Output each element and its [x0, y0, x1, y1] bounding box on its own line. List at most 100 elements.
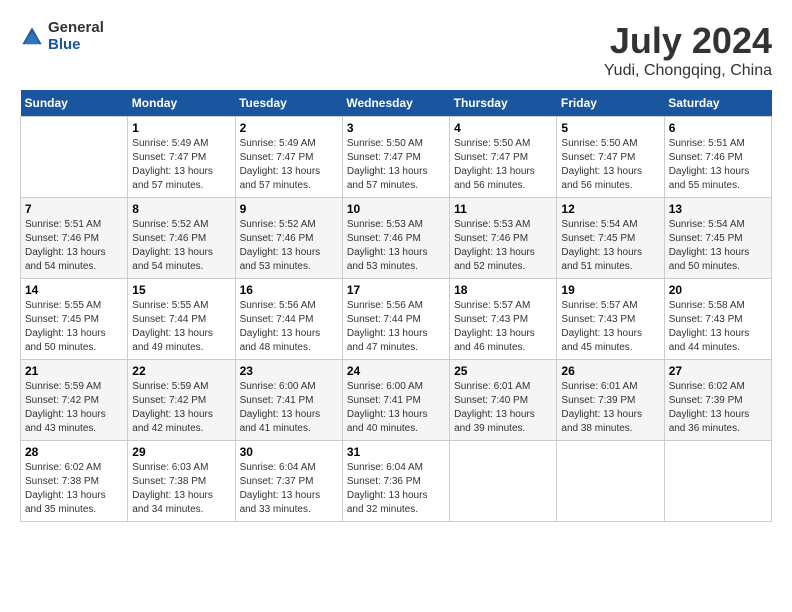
- calendar-cell: 4 Sunrise: 5:50 AM Sunset: 7:47 PM Daylig…: [450, 117, 557, 198]
- day-number: 1: [132, 121, 230, 135]
- calendar-cell: 13Sunrise: 5:54 AM Sunset: 7:45 PM Dayli…: [664, 198, 771, 279]
- calendar-cell: 24 Sunrise: 6:00 AM Sunset: 7:41 PM Dayli…: [342, 360, 449, 441]
- logo-blue-text: Blue: [48, 37, 104, 54]
- day-info: Sunrise: 5:50 AM Sunset: 7:47 PM Dayligh…: [347, 137, 445, 193]
- day-info: Sunrise: 5:58 AM Sunset: 7:43 PM Dayligh…: [669, 299, 767, 355]
- calendar-cell: 20 Sunrise: 5:58 AM Sunset: 7:43 PM Dayli…: [664, 279, 771, 360]
- calendar-cell: 7 Sunrise: 5:51 AM Sunset: 7:46 PM Daylig…: [21, 198, 128, 279]
- calendar-cell: [21, 117, 128, 198]
- day-info: Sunrise: 6:01 AM Sunset: 7:40 PM Dayligh…: [454, 380, 552, 436]
- calendar-cell: 29 Sunrise: 6:03 AM Sunset: 7:38 PM Dayli…: [128, 441, 235, 522]
- day-number: 23: [240, 364, 338, 378]
- calendar-cell: 2Sunrise: 5:49 AM Sunset: 7:47 PM Daylig…: [235, 117, 342, 198]
- location-title: Yudi, Chongqing, China: [604, 62, 772, 80]
- day-number: 6: [669, 121, 767, 135]
- week-row-2: 14 Sunrise: 5:55 AM Sunset: 7:45 PM Dayli…: [21, 279, 772, 360]
- day-info: Sunrise: 5:57 AM Sunset: 7:43 PM Dayligh…: [454, 299, 552, 355]
- calendar-cell: [664, 441, 771, 522]
- day-number: 3: [347, 121, 445, 135]
- day-number: 26: [561, 364, 659, 378]
- calendar-cell: 15Sunrise: 5:55 AM Sunset: 7:44 PM Dayli…: [128, 279, 235, 360]
- day-info: Sunrise: 5:54 AM Sunset: 7:45 PM Dayligh…: [561, 218, 659, 274]
- day-number: 5: [561, 121, 659, 135]
- calendar-table: SundayMondayTuesdayWednesdayThursdayFrid…: [20, 90, 772, 522]
- day-info: Sunrise: 6:04 AM Sunset: 7:37 PM Dayligh…: [240, 461, 338, 517]
- day-info: Sunrise: 6:03 AM Sunset: 7:38 PM Dayligh…: [132, 461, 230, 517]
- day-number: 30: [240, 445, 338, 459]
- day-info: Sunrise: 5:59 AM Sunset: 7:42 PM Dayligh…: [132, 380, 230, 436]
- calendar-cell: 16Sunrise: 5:56 AM Sunset: 7:44 PM Dayli…: [235, 279, 342, 360]
- days-header-row: SundayMondayTuesdayWednesdayThursdayFrid…: [21, 90, 772, 117]
- calendar-cell: 3 Sunrise: 5:50 AM Sunset: 7:47 PM Daylig…: [342, 117, 449, 198]
- calendar-cell: 31 Sunrise: 6:04 AM Sunset: 7:36 PM Dayli…: [342, 441, 449, 522]
- day-number: 17: [347, 283, 445, 297]
- day-info: Sunrise: 5:55 AM Sunset: 7:45 PM Dayligh…: [25, 299, 123, 355]
- calendar-cell: 18 Sunrise: 5:57 AM Sunset: 7:43 PM Dayli…: [450, 279, 557, 360]
- day-number: 20: [669, 283, 767, 297]
- calendar-cell: 27Sunrise: 6:02 AM Sunset: 7:39 PM Dayli…: [664, 360, 771, 441]
- day-number: 25: [454, 364, 552, 378]
- day-info: Sunrise: 6:01 AM Sunset: 7:39 PM Dayligh…: [561, 380, 659, 436]
- day-number: 28: [25, 445, 123, 459]
- page-container: General Blue July 2024 Yudi, Chongqing, …: [20, 20, 772, 522]
- day-info: Sunrise: 5:53 AM Sunset: 7:46 PM Dayligh…: [347, 218, 445, 274]
- day-number: 4: [454, 121, 552, 135]
- day-number: 16: [240, 283, 338, 297]
- day-info: Sunrise: 5:51 AM Sunset: 7:46 PM Dayligh…: [669, 137, 767, 193]
- header: General Blue July 2024 Yudi, Chongqing, …: [20, 20, 772, 80]
- day-info: Sunrise: 6:02 AM Sunset: 7:38 PM Dayligh…: [25, 461, 123, 517]
- week-row-4: 28 Sunrise: 6:02 AM Sunset: 7:38 PM Dayli…: [21, 441, 772, 522]
- day-number: 9: [240, 202, 338, 216]
- calendar-cell: 25 Sunrise: 6:01 AM Sunset: 7:40 PM Dayli…: [450, 360, 557, 441]
- calendar-cell: 28 Sunrise: 6:02 AM Sunset: 7:38 PM Dayli…: [21, 441, 128, 522]
- day-number: 10: [347, 202, 445, 216]
- calendar-cell: 5 Sunrise: 5:50 AM Sunset: 7:47 PM Daylig…: [557, 117, 664, 198]
- day-info: Sunrise: 5:56 AM Sunset: 7:44 PM Dayligh…: [347, 299, 445, 355]
- day-number: 14: [25, 283, 123, 297]
- day-header-wednesday: Wednesday: [342, 90, 449, 117]
- day-number: 7: [25, 202, 123, 216]
- calendar-cell: 9 Sunrise: 5:52 AM Sunset: 7:46 PM Daylig…: [235, 198, 342, 279]
- calendar-cell: 19 Sunrise: 5:57 AM Sunset: 7:43 PM Dayli…: [557, 279, 664, 360]
- calendar-cell: 11Sunrise: 5:53 AM Sunset: 7:46 PM Dayli…: [450, 198, 557, 279]
- day-number: 22: [132, 364, 230, 378]
- day-number: 29: [132, 445, 230, 459]
- title-area: July 2024 Yudi, Chongqing, China: [604, 20, 772, 80]
- day-number: 18: [454, 283, 552, 297]
- day-header-friday: Friday: [557, 90, 664, 117]
- day-info: Sunrise: 5:51 AM Sunset: 7:46 PM Dayligh…: [25, 218, 123, 274]
- day-number: 13: [669, 202, 767, 216]
- calendar-cell: 6 Sunrise: 5:51 AM Sunset: 7:46 PM Daylig…: [664, 117, 771, 198]
- day-number: 31: [347, 445, 445, 459]
- calendar-cell: 22 Sunrise: 5:59 AM Sunset: 7:42 PM Dayli…: [128, 360, 235, 441]
- day-number: 12: [561, 202, 659, 216]
- day-info: Sunrise: 5:50 AM Sunset: 7:47 PM Dayligh…: [561, 137, 659, 193]
- day-number: 21: [25, 364, 123, 378]
- calendar-cell: 26 Sunrise: 6:01 AM Sunset: 7:39 PM Dayli…: [557, 360, 664, 441]
- day-header-sunday: Sunday: [21, 90, 128, 117]
- day-number: 19: [561, 283, 659, 297]
- calendar-cell: 23 Sunrise: 6:00 AM Sunset: 7:41 PM Dayli…: [235, 360, 342, 441]
- day-info: Sunrise: 5:57 AM Sunset: 7:43 PM Dayligh…: [561, 299, 659, 355]
- logo-text: General Blue: [48, 20, 104, 53]
- calendar-cell: [450, 441, 557, 522]
- day-info: Sunrise: 6:00 AM Sunset: 7:41 PM Dayligh…: [347, 380, 445, 436]
- calendar-cell: 21 Sunrise: 5:59 AM Sunset: 7:42 PM Dayli…: [21, 360, 128, 441]
- week-row-0: 1 Sunrise: 5:49 AM Sunset: 7:47 PM Daylig…: [21, 117, 772, 198]
- day-info: Sunrise: 5:59 AM Sunset: 7:42 PM Dayligh…: [25, 380, 123, 436]
- day-info: Sunrise: 5:49 AM Sunset: 7:47 PM Dayligh…: [240, 137, 338, 193]
- day-number: 27: [669, 364, 767, 378]
- day-info: Sunrise: 5:49 AM Sunset: 7:47 PM Dayligh…: [132, 137, 230, 193]
- day-info: Sunrise: 5:52 AM Sunset: 7:46 PM Dayligh…: [132, 218, 230, 274]
- calendar-cell: 12 Sunrise: 5:54 AM Sunset: 7:45 PM Dayli…: [557, 198, 664, 279]
- day-number: 8: [132, 202, 230, 216]
- logo: General Blue: [20, 20, 104, 53]
- day-header-saturday: Saturday: [664, 90, 771, 117]
- calendar-cell: [557, 441, 664, 522]
- day-info: Sunrise: 6:00 AM Sunset: 7:41 PM Dayligh…: [240, 380, 338, 436]
- day-info: Sunrise: 6:04 AM Sunset: 7:36 PM Dayligh…: [347, 461, 445, 517]
- day-number: 24: [347, 364, 445, 378]
- month-title: July 2024: [604, 20, 772, 62]
- day-info: Sunrise: 5:50 AM Sunset: 7:47 PM Dayligh…: [454, 137, 552, 193]
- day-info: Sunrise: 5:52 AM Sunset: 7:46 PM Dayligh…: [240, 218, 338, 274]
